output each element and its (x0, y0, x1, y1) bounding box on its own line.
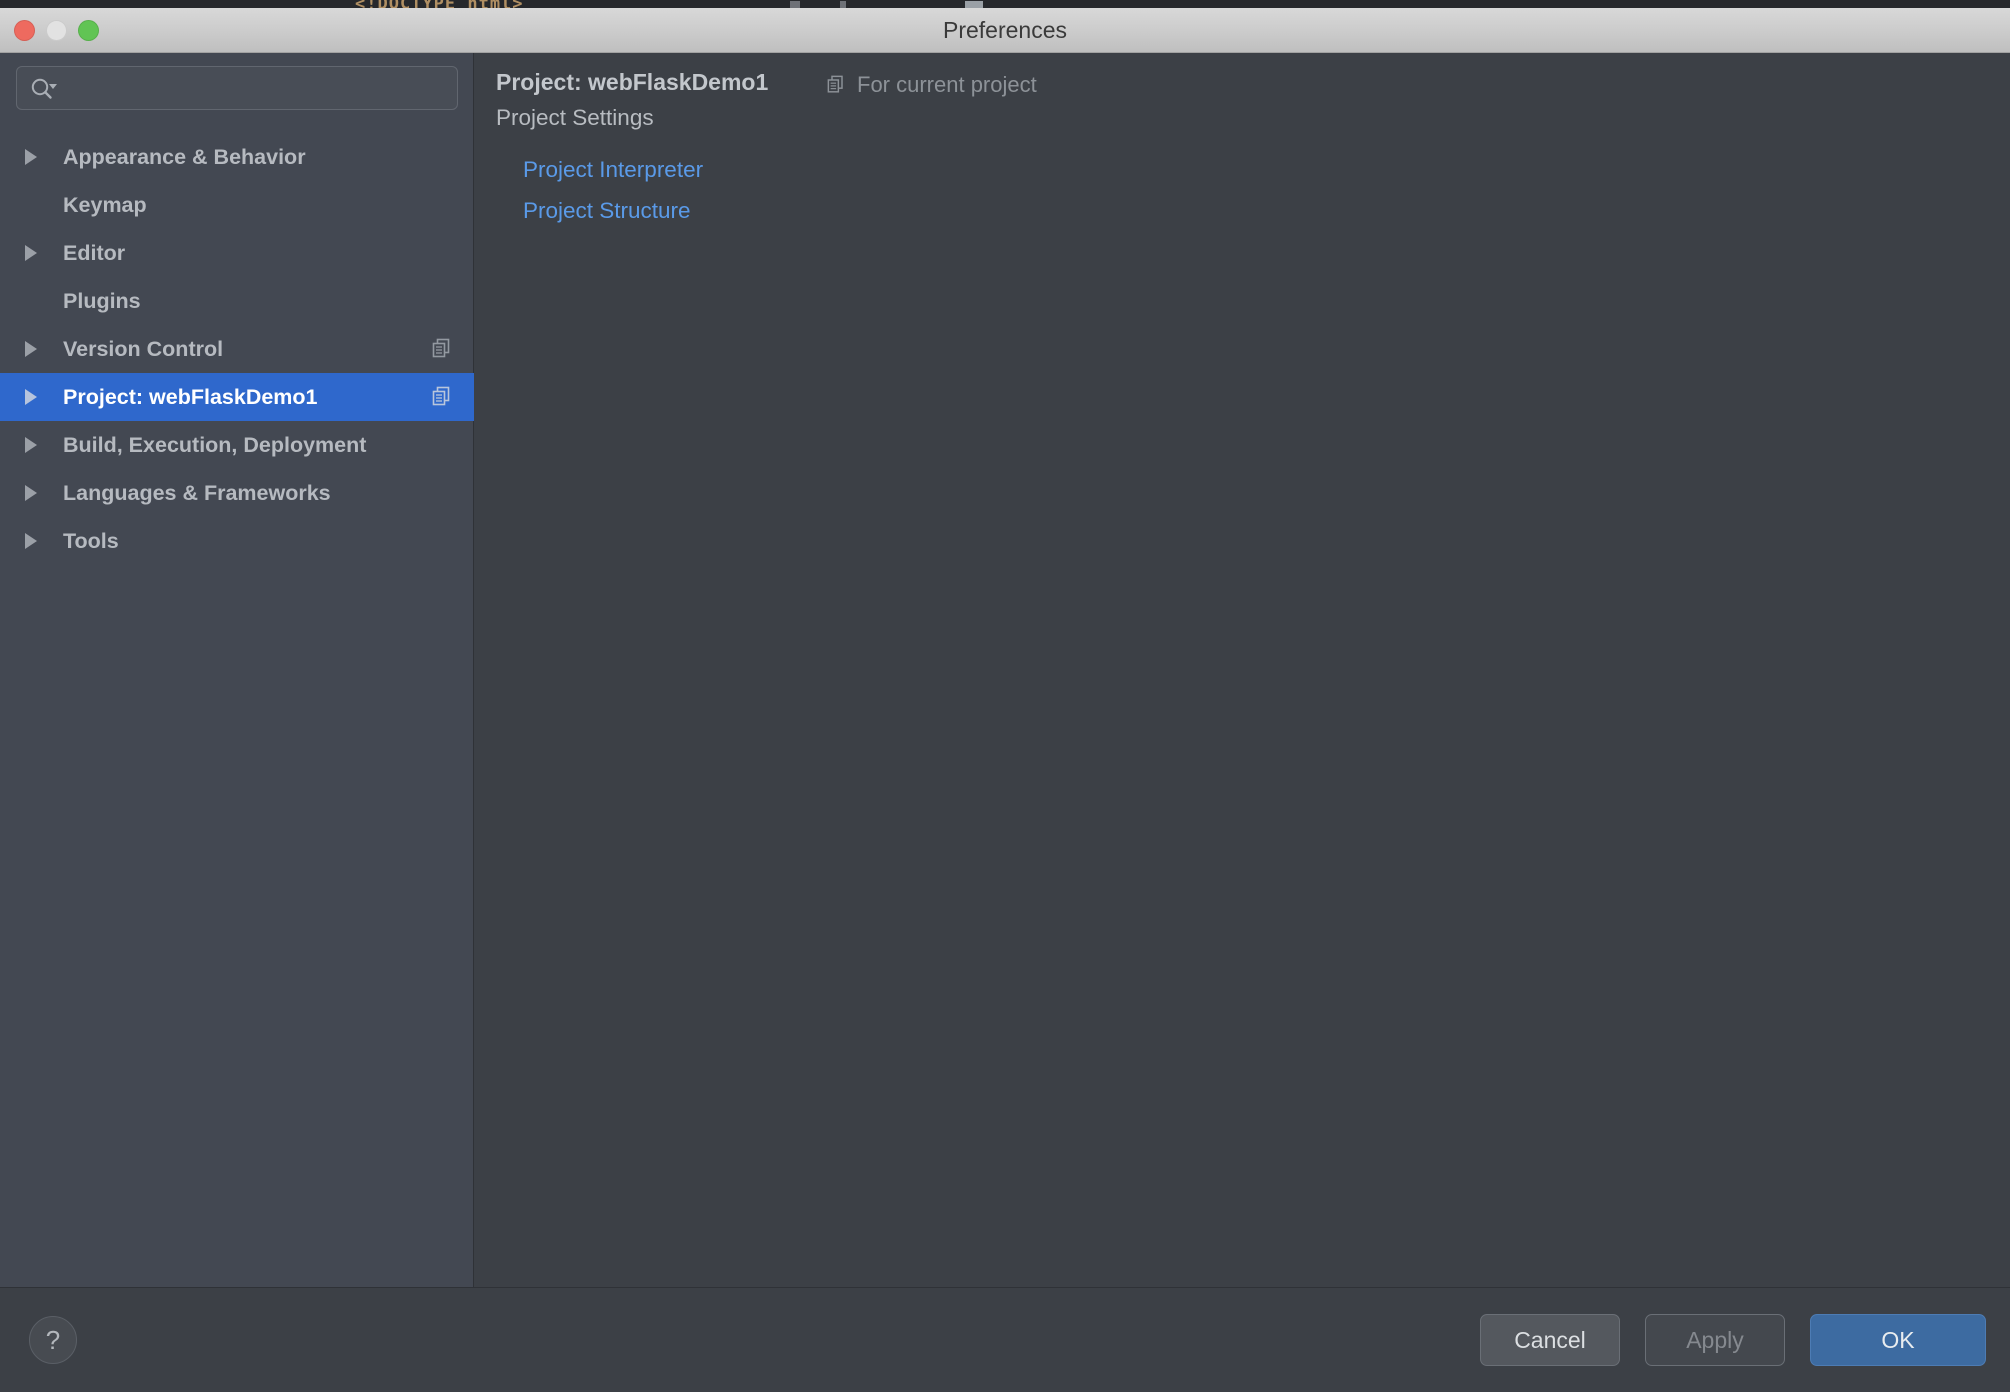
sidebar-item-languages-and-frameworks[interactable]: Languages & Frameworks (0, 469, 474, 517)
search-field-wrapper (16, 66, 458, 110)
ok-button[interactable]: OK (1810, 1314, 1986, 1366)
search-icon[interactable] (30, 77, 58, 101)
cancel-button[interactable]: Cancel (1480, 1314, 1620, 1366)
chevron-right-icon[interactable] (25, 485, 37, 501)
help-button[interactable]: ? (29, 1316, 77, 1364)
section-heading-project-settings: Project Settings (496, 105, 654, 130)
settings-sidebar: Appearance & Behavior Keymap Editor Plug… (0, 53, 474, 1287)
sidebar-item-build-execution-deployment[interactable]: Build, Execution, Deployment (0, 421, 474, 469)
apply-button[interactable]: Apply (1645, 1314, 1785, 1366)
sidebar-item-project-webflaskdemo1[interactable]: Project: webFlaskDemo1 (0, 373, 474, 421)
link-project-interpreter[interactable]: Project Interpreter (523, 149, 703, 190)
sidebar-item-label: Editor (63, 240, 126, 265)
panel-header: Project: webFlaskDemo1 For current proje… (475, 53, 2010, 117)
settings-tree: Appearance & Behavior Keymap Editor Plug… (0, 133, 474, 565)
sidebar-item-label: Plugins (63, 288, 141, 313)
window-titlebar: Preferences (0, 8, 2010, 53)
link-project-structure[interactable]: Project Structure (523, 190, 703, 231)
footer-button-row: Cancel Apply OK (1480, 1314, 1986, 1366)
sidebar-item-tools[interactable]: Tools (0, 517, 474, 565)
chevron-right-icon[interactable] (25, 341, 37, 357)
search-field[interactable] (16, 66, 458, 110)
sidebar-item-appearance-and-behavior[interactable]: Appearance & Behavior (0, 133, 474, 181)
sidebar-item-label: Keymap (63, 192, 147, 217)
page-title: Project: webFlaskDemo1 (496, 69, 769, 95)
chevron-right-icon[interactable] (25, 245, 37, 261)
preferences-dialog: <!DOCTYPE html> Preferences Appearance &… (0, 0, 2010, 1392)
search-input[interactable] (65, 67, 451, 109)
chevron-right-icon[interactable] (25, 437, 37, 453)
sidebar-item-plugins[interactable]: Plugins (0, 277, 474, 325)
sidebar-item-label: Languages & Frameworks (63, 480, 331, 505)
sidebar-item-label: Version Control (63, 336, 224, 361)
chevron-right-icon[interactable] (25, 389, 37, 405)
scope-note: For current project (827, 72, 1037, 98)
scope-label: For current project (857, 72, 1037, 97)
copy-icon (432, 338, 454, 360)
dialog-footer: ? Cancel Apply OK (0, 1287, 2010, 1392)
sidebar-item-label: Project: webFlaskDemo1 (63, 384, 318, 409)
chevron-right-icon[interactable] (25, 533, 37, 549)
sidebar-item-label: Tools (63, 528, 119, 553)
copy-icon (827, 75, 847, 95)
project-settings-link-list: Project Interpreter Project Structure (523, 149, 703, 231)
sidebar-item-keymap[interactable]: Keymap (0, 181, 474, 229)
copy-icon (432, 386, 454, 408)
chevron-right-icon[interactable] (25, 149, 37, 165)
sidebar-item-label: Build, Execution, Deployment (63, 432, 367, 457)
dialog-body: Appearance & Behavior Keymap Editor Plug… (0, 53, 2010, 1392)
sidebar-item-editor[interactable]: Editor (0, 229, 474, 277)
settings-main-panel: Project: webFlaskDemo1 For current proje… (475, 53, 2010, 1287)
window-title: Preferences (942, 17, 1067, 43)
sidebar-item-label: Appearance & Behavior (63, 144, 306, 169)
sidebar-item-version-control[interactable]: Version Control (0, 325, 474, 373)
